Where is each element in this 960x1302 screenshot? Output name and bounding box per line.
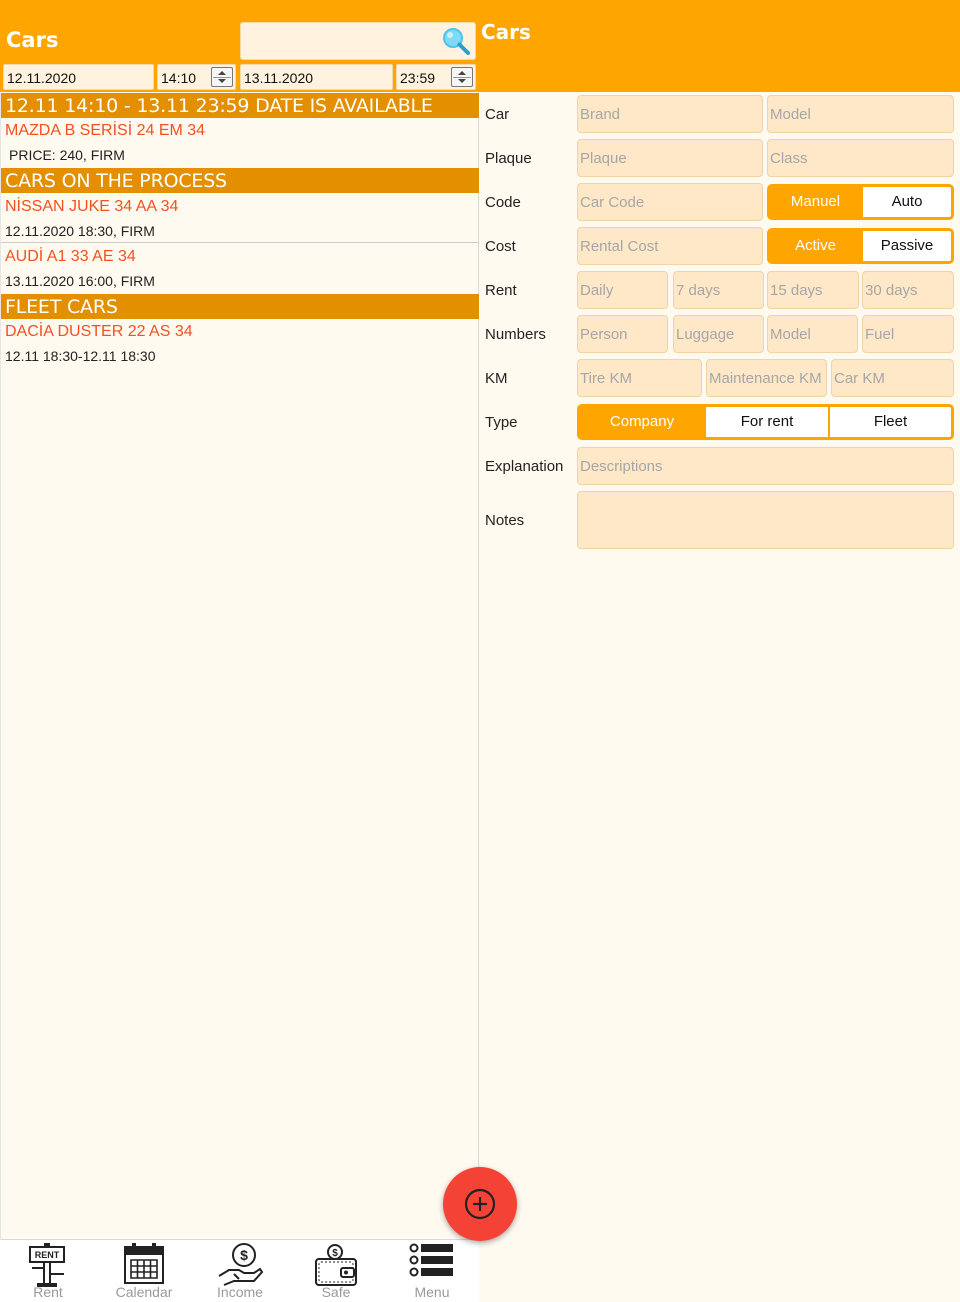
person-count-field[interactable]: Person [577, 315, 668, 353]
nav-label-safe: Safe [321, 1284, 351, 1300]
status-option-active[interactable]: Active [770, 231, 861, 261]
nav-label-calendar: Calendar [115, 1284, 173, 1300]
model-field[interactable]: Model [767, 95, 954, 133]
label-rent: Rent [485, 282, 517, 299]
right-header [479, 0, 960, 92]
search-input[interactable] [240, 22, 476, 60]
status-toggle[interactable]: Active Passive [767, 228, 954, 264]
list-item-subtitle: 12.11 18:30-12.11 18:30 [5, 348, 156, 364]
start-time-value: 14:10 [161, 70, 197, 86]
maintenance-km-field[interactable]: Maintenance KM [706, 359, 827, 397]
end-time-spinner[interactable] [451, 67, 473, 87]
type-option-fleet[interactable]: Fleet [830, 407, 951, 437]
label-plaque: Plaque [485, 150, 532, 167]
class-field[interactable]: Class [767, 139, 954, 177]
section-header-available: 12.11 14:10 - 13.11 23:59 DATE IS AVAILA… [1, 93, 479, 118]
label-km: KM [485, 370, 508, 387]
section-header-process: CARS ON THE PROCESS [1, 168, 479, 193]
type-option-company[interactable]: Company [580, 407, 704, 437]
label-cost: Cost [485, 238, 516, 255]
daily-price-field[interactable]: Daily [577, 271, 668, 309]
list-menu-icon [409, 1243, 453, 1277]
list-item-title[interactable]: AUDİ A1 33 AE 34 [5, 248, 136, 266]
type-toggle[interactable]: Company For rent Fleet [577, 404, 954, 440]
gear-toggle[interactable]: Manuel Auto [767, 184, 954, 220]
tire-km-field[interactable]: Tire KM [577, 359, 702, 397]
end-time-field[interactable]: 23:59 [396, 64, 476, 90]
add-car-button[interactable] [443, 1167, 517, 1241]
status-option-passive[interactable]: Passive [863, 231, 951, 261]
type-option-for-rent[interactable]: For rent [706, 407, 828, 437]
label-type: Type [485, 414, 518, 431]
nav-label-menu: Menu [414, 1284, 450, 1300]
left-panel-title: Cars [6, 28, 59, 52]
label-car: Car [485, 106, 510, 123]
label-code: Code [485, 194, 521, 211]
thirty-days-price-field[interactable]: 30 days [862, 271, 954, 309]
nav-label-income: Income [217, 1284, 263, 1300]
end-time-value: 23:59 [400, 70, 436, 86]
list-item-title[interactable]: NİSSAN JUKE 34 AA 34 [5, 198, 178, 216]
notes-field[interactable] [577, 491, 954, 549]
nav-item-calendar[interactable]: Calendar [96, 1240, 192, 1302]
svg-text:$: $ [240, 1247, 248, 1263]
nav-item-income[interactable]: $ Income [192, 1240, 288, 1302]
gear-option-manuel[interactable]: Manuel [770, 187, 861, 217]
rental-cost-field[interactable]: Rental Cost [577, 227, 763, 265]
add-icon [464, 1188, 496, 1220]
list-item-subtitle: 12.11.2020 18:30, FIRM [5, 223, 155, 239]
start-time-field[interactable]: 14:10 [157, 64, 236, 90]
income-hand-coin-icon: $ [218, 1243, 264, 1286]
bottom-nav: RENT Rent Calendar $ Income $ Safe Menu [0, 1240, 479, 1302]
wallet-icon: $ [315, 1244, 357, 1286]
car-km-field[interactable]: Car KM [831, 359, 954, 397]
fifteen-days-price-field[interactable]: 15 days [767, 271, 859, 309]
label-numbers: Numbers [485, 326, 546, 343]
model-year-field[interactable]: Model [767, 315, 858, 353]
nav-label-rent: Rent [33, 1284, 63, 1300]
plaque-field[interactable]: Plaque [577, 139, 763, 177]
fuel-field[interactable]: Fuel [862, 315, 954, 353]
search-icon[interactable] [441, 26, 471, 56]
rent-sign-icon: RENT [29, 1243, 65, 1287]
svg-text:$: $ [332, 1248, 338, 1259]
list-divider [1, 242, 479, 243]
car-code-field[interactable]: Car Code [577, 183, 763, 221]
list-item-title[interactable]: MAZDA B SERİSİ 24 EM 34 [5, 122, 205, 140]
nav-item-safe[interactable]: $ Safe [288, 1240, 384, 1302]
section-header-fleet: FLEET CARS [1, 294, 479, 319]
label-notes: Notes [485, 512, 525, 529]
seven-days-price-field[interactable]: 7 days [673, 271, 764, 309]
nav-item-menu[interactable]: Menu [384, 1240, 480, 1302]
description-field[interactable]: Descriptions [577, 447, 954, 485]
calendar-icon [124, 1243, 164, 1284]
car-list[interactable]: 12.11 14:10 - 13.11 23:59 DATE IS AVAILA… [0, 92, 479, 1240]
start-time-spinner[interactable] [211, 67, 233, 87]
brand-field[interactable]: Brand [577, 95, 763, 133]
end-date-field[interactable]: 13.11.2020 [240, 64, 393, 90]
label-explanation: Explanation [485, 458, 564, 475]
gear-option-auto[interactable]: Auto [863, 187, 951, 217]
start-date-field[interactable]: 12.11.2020 [3, 64, 154, 90]
list-item-subtitle: PRICE: 240, FIRM [9, 147, 125, 163]
list-item-subtitle: 13.11.2020 16:00, FIRM [5, 273, 155, 289]
svg-text:RENT: RENT [35, 1250, 60, 1260]
right-panel-title: Cars [481, 20, 531, 44]
list-item-title[interactable]: DACİA DUSTER 22 AS 34 [5, 323, 193, 341]
luggage-count-field[interactable]: Luggage [673, 315, 764, 353]
nav-item-rent[interactable]: RENT Rent [0, 1240, 96, 1302]
